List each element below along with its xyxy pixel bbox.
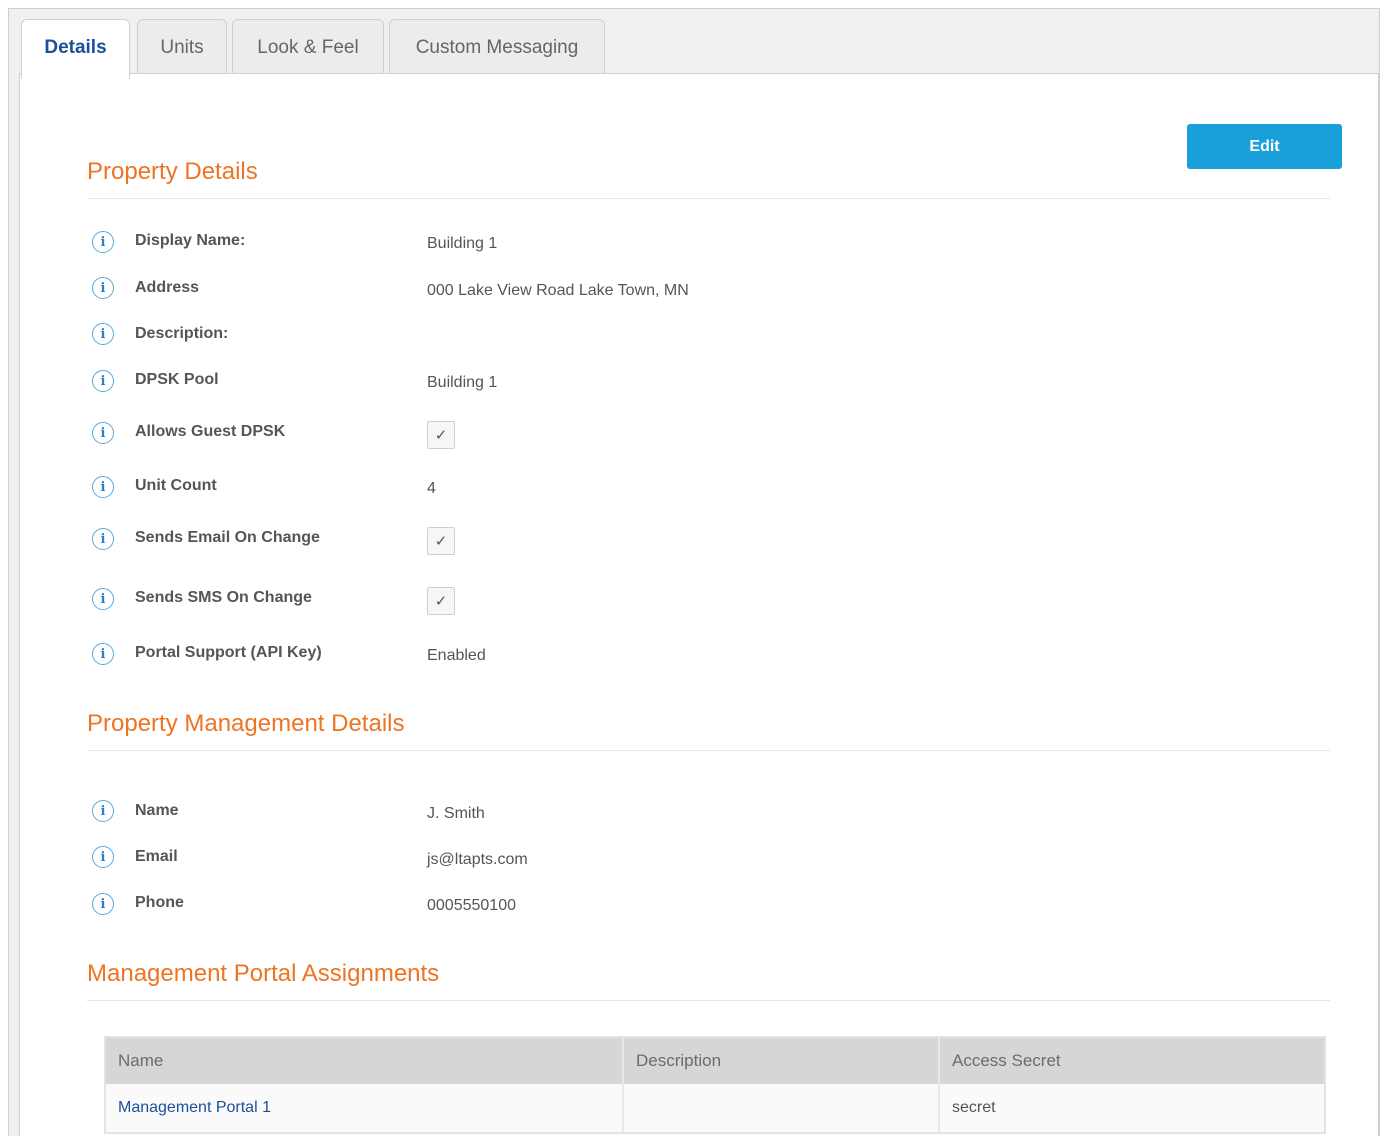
edit-button[interactable]: Edit [1187, 124, 1342, 169]
field-label: Phone [135, 894, 184, 911]
divider [87, 750, 1330, 751]
check-icon: ✓ [434, 593, 448, 610]
info-icon[interactable]: i [92, 893, 114, 915]
field-label: Allows Guest DPSK [135, 423, 286, 440]
column-header-description[interactable]: Description [624, 1038, 940, 1084]
property-details-title: Property Details [87, 158, 258, 185]
field-label: Description: [135, 325, 229, 342]
portal-assignments-table: Name Description Access Secret Managemen… [104, 1036, 1326, 1134]
column-header-access-secret[interactable]: Access Secret [940, 1038, 1324, 1084]
field-value: Enabled [427, 647, 486, 664]
column-header-name[interactable]: Name [106, 1038, 624, 1084]
table-row: Management Portal 1 secret [106, 1084, 1324, 1132]
info-icon[interactable]: i [92, 231, 114, 253]
field-label: Portal Support (API Key) [135, 644, 322, 661]
tab-custom-messaging[interactable]: Custom Messaging [389, 19, 605, 75]
allows-guest-dpsk-checkbox: ✓ [427, 421, 455, 449]
info-icon[interactable]: i [92, 277, 114, 299]
tab-look-and-feel[interactable]: Look & Feel [232, 19, 384, 75]
field-value: 000 Lake View Road Lake Town, MN [427, 282, 689, 299]
sends-sms-checkbox: ✓ [427, 587, 455, 615]
info-icon[interactable]: i [92, 476, 114, 498]
field-label: Unit Count [135, 477, 217, 494]
field-label: Name [135, 802, 179, 819]
field-label: DPSK Pool [135, 371, 219, 388]
info-icon[interactable]: i [92, 643, 114, 665]
table-cell [624, 1084, 940, 1132]
field-value: js@ltapts.com [427, 851, 528, 868]
check-icon: ✓ [434, 533, 448, 550]
divider [87, 1000, 1330, 1001]
table-header: Name Description Access Secret [106, 1038, 1324, 1084]
field-value: J. Smith [427, 805, 485, 822]
info-icon[interactable]: i [92, 528, 114, 550]
tab-bar: Details Units Look & Feel Custom Messagi… [9, 9, 1379, 79]
tab-details[interactable]: Details [21, 19, 130, 79]
info-icon[interactable]: i [92, 800, 114, 822]
info-icon[interactable]: i [92, 370, 114, 392]
field-label: Sends SMS On Change [135, 589, 312, 606]
info-icon[interactable]: i [92, 846, 114, 868]
field-value: Building 1 [427, 235, 498, 252]
portal-link[interactable]: Management Portal 1 [118, 1099, 271, 1117]
field-value: 0005550100 [427, 897, 516, 914]
field-label: Sends Email On Change [135, 529, 320, 546]
property-window: Details Units Look & Feel Custom Messagi… [8, 8, 1380, 1136]
field-label: Address [135, 279, 200, 296]
table-cell: Management Portal 1 [106, 1084, 624, 1132]
table-cell: secret [952, 1099, 996, 1116]
portal-assignments-title: Management Portal Assignments [87, 960, 440, 987]
info-icon[interactable]: i [92, 588, 114, 610]
field-label: Email [135, 848, 178, 865]
check-icon: ✓ [434, 427, 448, 444]
info-icon[interactable]: i [92, 323, 114, 345]
details-panel: Edit Property Details i Display Name: Bu… [19, 73, 1379, 1136]
divider [87, 198, 1330, 199]
tab-units[interactable]: Units [137, 19, 227, 75]
field-value: 4 [427, 480, 436, 497]
field-value: Building 1 [427, 374, 498, 391]
field-label: Display Name: [135, 232, 246, 249]
info-icon[interactable]: i [92, 422, 114, 444]
management-details-title: Property Management Details [87, 710, 405, 737]
sends-email-checkbox: ✓ [427, 527, 455, 555]
